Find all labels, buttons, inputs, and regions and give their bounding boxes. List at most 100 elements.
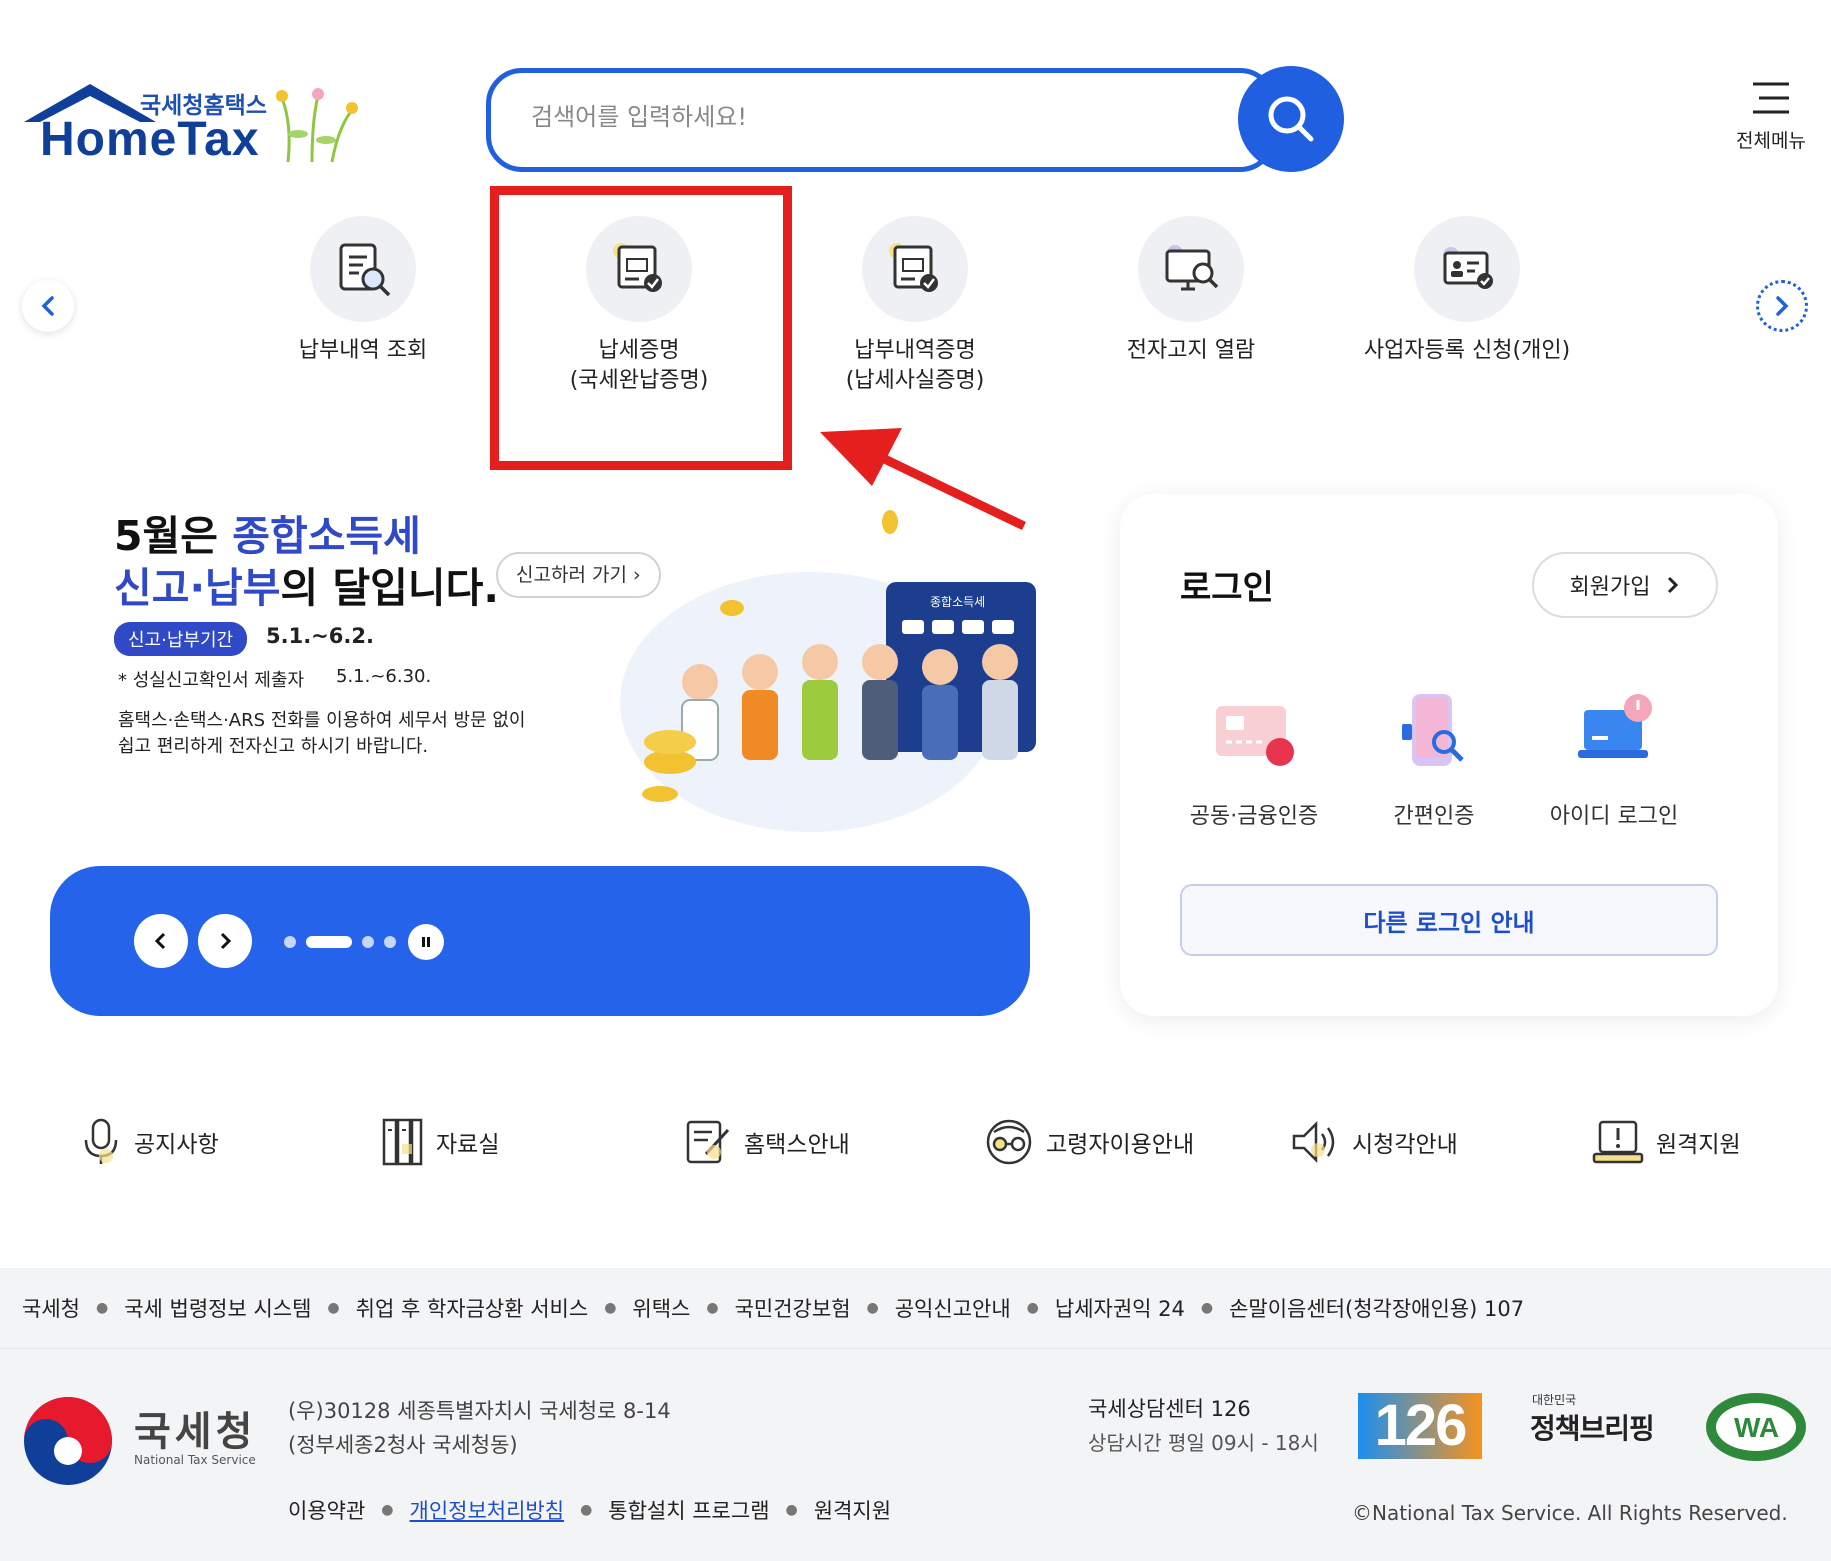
slide-indicator[interactable] (362, 936, 374, 948)
shortcut-label: 고령자이용안내 (1046, 1132, 1195, 1158)
logo-title: HomeTax (40, 113, 260, 166)
nts-emblem-icon (24, 1397, 112, 1485)
simple-auth-option[interactable]: 간편인증 (1344, 684, 1524, 830)
org-name-en: National Tax Service (134, 1453, 256, 1467)
login-option-label: 아이디 로그인 (1549, 804, 1679, 829)
search-icon (1268, 96, 1314, 142)
banner-headline-1: 5월은 종합소득세 (114, 512, 421, 560)
banner-note-2: 홈택스·손택스·ARS 전화를 이용하여 세무서 방문 없이 쉽고 편리하게 전… (118, 710, 526, 757)
quick-menu-label: 전자고지 열람 (1126, 338, 1256, 363)
join-label: 회원가입 (1569, 575, 1651, 600)
address-line-1: (우)30128 세종특별자치시 국세청로 8-14 (288, 1399, 671, 1423)
chevron-left-icon (41, 296, 54, 316)
install-program-link[interactable]: 통합설치 프로그램 (608, 1495, 769, 1525)
quick-menu-label: 납부내역증명 (납세사실증명) (845, 338, 985, 393)
slide-next-button[interactable] (198, 914, 252, 968)
quick-menu-label: 사업자등록 신청(개인) (1363, 338, 1571, 363)
login-option-label: 공동·금융인증 (1189, 804, 1319, 829)
all-menu-button[interactable]: 전체메뉴 (1726, 78, 1816, 158)
privacy-policy-link[interactable]: 개인정보처리방침 (410, 1495, 565, 1525)
quick-menu-electronic-notice[interactable]: 전자고지 열람 (1066, 216, 1316, 366)
quick-menu-prev-button[interactable] (22, 280, 74, 332)
footer-info: 국세청 National Tax Service (우)30128 세종특별자치… (0, 1348, 1831, 1561)
shortcut-label: 원격지원 (1656, 1132, 1741, 1158)
speaker-icon (1292, 1120, 1335, 1164)
login-title: 로그인 (1180, 568, 1274, 608)
shortcut-hometax-guide[interactable]: 홈택스안내 (684, 1112, 850, 1172)
certificate-login-option[interactable]: 공동·금융인증 (1164, 684, 1344, 830)
quick-menu-payment-history[interactable]: 납부내역 조회 (238, 216, 488, 366)
shortcut-label: 시청각안내 (1352, 1132, 1458, 1158)
footer-link[interactable]: 국민건강보험 (735, 1293, 851, 1323)
archive-icon (382, 1118, 423, 1166)
slide-indicator[interactable] (284, 936, 296, 948)
shortcut-audiovisual-guide[interactable]: 시청각안내 (1290, 1112, 1458, 1172)
chevron-right-icon (1668, 576, 1679, 594)
footer-policy-links: 이용약관 ● 개인정보처리방침 ● 통합설치 프로그램 ● 원격지원 (288, 1495, 891, 1525)
footer-link[interactable]: 취업 후 학자금상환 서비스 (356, 1293, 589, 1323)
all-menu-label: 전체메뉴 (1736, 130, 1806, 152)
wa-accessibility-mark-icon[interactable]: WA (1702, 1389, 1810, 1465)
flower-decoration-icon (276, 88, 358, 163)
svg-text:종합소득세: 종합소득세 (930, 595, 985, 609)
hometax-logo[interactable]: 국세청홈택스 HomeTax (20, 78, 360, 168)
hamburger-menu-icon (1753, 82, 1789, 114)
chevron-right-icon (1776, 296, 1789, 316)
quick-menu-tax-payment-certificate[interactable]: 납세증명 (국세완납증명) (514, 216, 764, 396)
tax-certificate-icon (862, 216, 968, 322)
shortcut-label: 자료실 (436, 1132, 500, 1158)
search-button[interactable] (1238, 66, 1344, 172)
login-option-label: 간편인증 (1393, 804, 1475, 829)
search-bar (486, 68, 1276, 172)
slide-indicator[interactable] (384, 936, 396, 948)
call-center-hours: 상담시간 평일 09시 - 18시 (1088, 1431, 1319, 1455)
footer-link[interactable]: 손말이음센터(청각장애인용) 107 (1229, 1293, 1524, 1323)
join-button[interactable]: 회원가입 (1532, 552, 1718, 618)
footer-link[interactable]: 공익신고안내 (895, 1293, 1011, 1323)
phone-search-icon (1402, 694, 1464, 766)
remote-support-link[interactable]: 원격지원 (814, 1495, 891, 1525)
shortcut-archive[interactable]: 자료실 (380, 1112, 499, 1172)
quick-menu-payment-fact-certificate[interactable]: 납부내역증명 (납세사실증명) (790, 216, 1040, 396)
chevron-left-icon (154, 932, 166, 950)
pause-icon (422, 937, 430, 947)
quick-menu-label: 납세증명 (국세완납증명) (569, 338, 709, 393)
senior-glasses-icon (986, 1119, 1032, 1165)
banner-slider-controls (50, 866, 1030, 1016)
certificate-card-icon (1216, 706, 1294, 766)
search-input[interactable] (531, 103, 1191, 131)
other-login-guide-button[interactable]: 다른 로그인 안내 (1180, 884, 1718, 956)
shortcut-remote-support[interactable]: 원격지원 (1592, 1112, 1741, 1172)
document-search-icon (310, 216, 416, 322)
footer-link[interactable]: 납세자권익 24 (1055, 1293, 1185, 1323)
promo-banner[interactable]: 5월은 종합소득세 신고·납부의 달입니다. 신고하러 가기 › 신고·납부기간… (100, 492, 1040, 832)
footer-link[interactable]: 위택스 (632, 1293, 690, 1323)
remote-laptop-icon (1592, 1120, 1644, 1164)
quick-menu-label: 납부내역 조회 (298, 338, 428, 363)
taxpayers-illustration: 종합소득세 (620, 510, 1036, 832)
footer-link[interactable]: 국세 법령정보 시스템 (124, 1293, 311, 1323)
terms-link[interactable]: 이용약관 (288, 1495, 365, 1525)
banner-note-1-period: 5.1.~6.30. (336, 666, 432, 687)
slide-indicator-active[interactable] (306, 936, 352, 948)
banner-headline-2: 신고·납부의 달입니다. (114, 564, 499, 612)
banner-note-1: * 성실신고확인서 제출자 (118, 670, 305, 691)
badge-126-logo[interactable]: 126 (1358, 1393, 1482, 1459)
policy-briefing-logo[interactable]: 대한민국 정책브리핑 (1530, 1389, 1670, 1459)
id-card-check-icon (1414, 216, 1520, 322)
shortcut-label: 홈택스안내 (744, 1132, 850, 1158)
quick-menu-business-registration[interactable]: 사업자등록 신청(개인) (1342, 216, 1592, 366)
org-name: 국세청 (134, 1409, 257, 1455)
laptop-power-icon (1578, 694, 1652, 758)
id-login-option[interactable]: 아이디 로그인 (1524, 684, 1704, 830)
footer-link[interactable]: 국세청 (22, 1293, 80, 1323)
quick-menu-next-button[interactable] (1756, 280, 1808, 332)
login-panel: 로그인 회원가입 공동·금융인증 간편인증 아이디 로그인 다른 로그인 안내 (1120, 494, 1778, 1016)
svg-text:WA: WA (1734, 1412, 1779, 1443)
filing-period-badge: 신고·납부기간 (114, 622, 248, 656)
shortcut-notice[interactable]: 공지사항 (80, 1112, 219, 1172)
slide-prev-button[interactable] (134, 914, 188, 968)
slide-pause-button[interactable] (408, 924, 444, 960)
shortcut-senior-guide[interactable]: 고령자이용안내 (984, 1112, 1194, 1172)
call-center-name: 국세상담센터 126 (1088, 1397, 1251, 1421)
